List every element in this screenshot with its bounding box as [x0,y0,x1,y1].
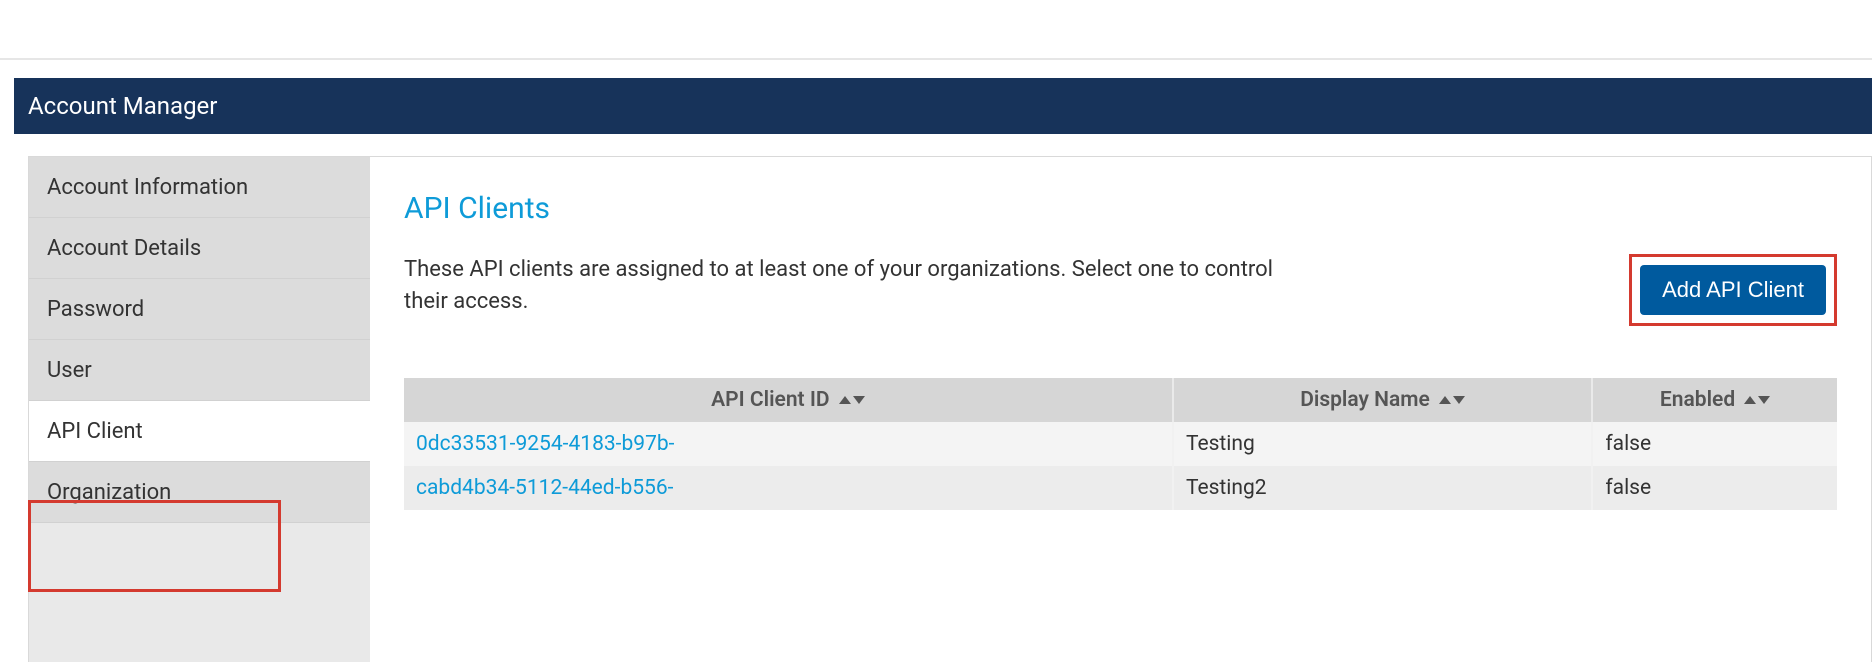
description-row: These API clients are assigned to at lea… [404,254,1837,326]
column-header-label: Enabled [1660,388,1735,412]
api-client-id-link[interactable]: cabd4b34-5112-44ed-b556- [416,476,673,500]
cell-display-name: Testing2 [1173,466,1592,510]
page-description: These API clients are assigned to at lea… [404,254,1274,318]
column-header-label: API Client ID [711,388,829,412]
cell-enabled: false [1592,422,1837,466]
sidebar-item-account-information[interactable]: Account Information [29,157,370,218]
sort-desc-icon [1758,396,1770,404]
api-clients-table: API Client ID Display Name [404,378,1837,510]
body-area: Account Information Account Details Pass… [28,156,1872,662]
column-header-display-name[interactable]: Display Name [1173,378,1592,422]
cell-enabled: false [1592,466,1837,510]
sidebar-item-api-client[interactable]: API Client [29,401,370,462]
table-row: cabd4b34-5112-44ed-b556- Testing2 false [404,466,1837,510]
sidebar-item-user[interactable]: User [29,340,370,401]
table-row: 0dc33531-9254-4183-b97b- Testing false [404,422,1837,466]
header-title: Account Manager [28,92,217,120]
sort-icons [1439,396,1465,404]
sort-desc-icon [853,396,865,404]
top-whitespace [0,0,1872,60]
header-bar: Account Manager [14,78,1872,134]
sidebar-item-password[interactable]: Password [29,279,370,340]
api-client-id-link[interactable]: 0dc33531-9254-4183-b97b- [416,432,674,456]
sort-desc-icon [1453,396,1465,404]
sidebar: Account Information Account Details Pass… [29,157,370,662]
add-api-client-button[interactable]: Add API Client [1640,265,1826,315]
column-header-enabled[interactable]: Enabled [1592,378,1837,422]
main-panel: API Clients These API clients are assign… [370,157,1871,662]
cell-api-client-id: 0dc33531-9254-4183-b97b- [404,422,1173,466]
sort-asc-icon [1744,396,1756,404]
sidebar-item-label: API Client [47,419,143,444]
sidebar-item-label: Account Details [47,236,201,261]
sort-icons [839,396,865,404]
sidebar-item-label: Account Information [47,175,248,200]
cell-api-client-id: cabd4b34-5112-44ed-b556- [404,466,1173,510]
page-title: API Clients [404,191,1837,226]
sidebar-item-label: User [47,358,92,383]
column-header-api-client-id[interactable]: API Client ID [404,378,1173,422]
sidebar-item-label: Password [47,297,144,322]
sort-asc-icon [839,396,851,404]
cell-display-name: Testing [1173,422,1592,466]
sidebar-item-organization[interactable]: Organization [29,462,370,523]
sidebar-item-label: Organization [47,480,171,505]
highlight-add-api-client: Add API Client [1629,254,1837,326]
sort-icons [1744,396,1770,404]
app-viewport: Account Manager Account Information Acco… [0,0,1872,662]
sort-asc-icon [1439,396,1451,404]
table-header-row: API Client ID Display Name [404,378,1837,422]
sidebar-item-account-details[interactable]: Account Details [29,218,370,279]
column-header-label: Display Name [1300,388,1430,412]
